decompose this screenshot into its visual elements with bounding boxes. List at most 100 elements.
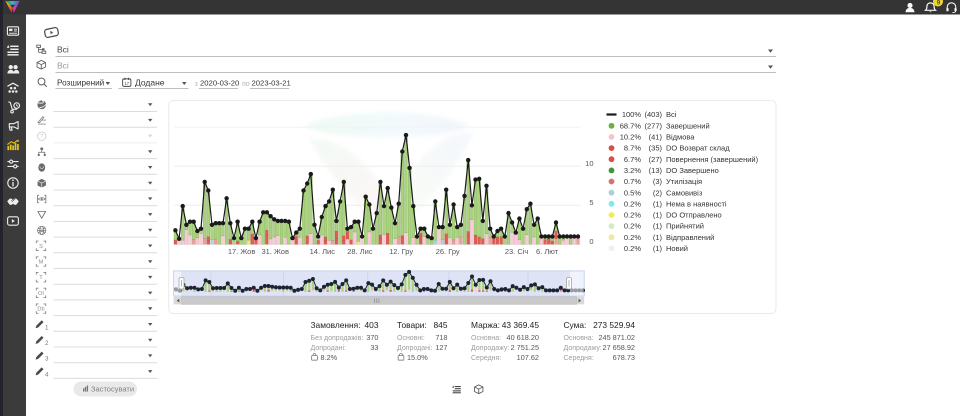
svg-text:Всі: Всі <box>57 45 69 55</box>
svg-text:678.73: 678.73 <box>613 353 635 362</box>
svg-text:Основна:: Основна: <box>564 335 594 342</box>
svg-text:Утилізація: Утилізація <box>666 177 702 186</box>
svg-text:(1): (1) <box>653 222 663 231</box>
svg-text:(3): (3) <box>653 177 663 186</box>
svg-text:0.2%: 0.2% <box>624 233 641 242</box>
svg-text:Всі: Всі <box>57 61 69 71</box>
svg-text:(277): (277) <box>644 121 662 130</box>
svg-text:(13): (13) <box>649 166 663 175</box>
svg-text:Нема в наявності: Нема в наявності <box>666 199 727 208</box>
svg-text:370: 370 <box>366 333 378 342</box>
svg-text:26. Гру: 26. Гру <box>436 247 460 256</box>
svg-text:0.2%: 0.2% <box>624 244 641 253</box>
svg-text:17. Жов: 17. Жов <box>228 247 256 256</box>
svg-text:Замовлення:: Замовлення: <box>311 320 361 330</box>
svg-text:0.5%: 0.5% <box>624 188 641 197</box>
svg-text:T: T <box>39 275 43 281</box>
svg-text:(2): (2) <box>653 188 663 197</box>
svg-text:68.7%: 68.7% <box>620 121 642 130</box>
svg-text:OI: OI <box>38 291 44 297</box>
svg-text:31. Жов: 31. Жов <box>261 247 289 256</box>
svg-text:Новий: Новий <box>666 244 688 253</box>
svg-text:Допродажу:: Допродажу: <box>471 345 509 352</box>
svg-text:2020-03-20: 2020-03-20 <box>200 79 239 88</box>
svg-text:Застосувати: Застосувати <box>91 385 134 394</box>
svg-text:8.2%: 8.2% <box>321 353 338 362</box>
svg-text:Завершений: Завершений <box>666 121 710 130</box>
svg-text:Прийнятий: Прийнятий <box>666 222 704 231</box>
svg-text:(27): (27) <box>649 155 663 164</box>
svg-text:33: 33 <box>370 343 378 352</box>
svg-text:(1): (1) <box>653 233 663 242</box>
svg-text:127: 127 <box>435 343 447 352</box>
svg-text:0: 0 <box>589 237 593 246</box>
svg-text:(1): (1) <box>653 211 663 220</box>
svg-text:1: 1 <box>45 324 49 331</box>
svg-text:Db: Db <box>37 307 44 313</box>
svg-text:Основна:: Основна: <box>471 335 501 342</box>
svg-text:3: 3 <box>45 356 49 363</box>
svg-text:DO Возврат склад: DO Возврат склад <box>666 144 730 153</box>
svg-text:(1): (1) <box>653 244 663 253</box>
svg-text:3.2%: 3.2% <box>624 166 641 175</box>
svg-text:Маржа:: Маржа: <box>471 320 500 330</box>
svg-text:10: 10 <box>585 159 593 168</box>
svg-text:6.7%: 6.7% <box>624 155 641 164</box>
svg-text:100%: 100% <box>622 110 642 119</box>
svg-text:14. Лис: 14. Лис <box>310 247 336 256</box>
svg-text:43 369.45: 43 369.45 <box>502 320 540 330</box>
svg-text:(403): (403) <box>644 110 662 119</box>
svg-text:28. Лис: 28. Лис <box>347 247 373 256</box>
svg-text:9: 9 <box>937 0 941 7</box>
svg-text:S: S <box>39 244 43 250</box>
svg-text:Відправлений: Відправлений <box>666 233 714 242</box>
svg-text:по: по <box>242 81 250 88</box>
svg-text:Допродажу:: Допродажу: <box>564 345 602 352</box>
svg-text:Відмова: Відмова <box>666 133 695 142</box>
svg-text:Сума:: Сума: <box>564 320 587 330</box>
svg-text:2 751.25: 2 751.25 <box>511 343 539 352</box>
svg-text:Середня:: Середня: <box>564 355 594 362</box>
svg-text:273 529.94: 273 529.94 <box>593 320 635 330</box>
svg-text:(35): (35) <box>649 144 663 153</box>
svg-text:4: 4 <box>45 371 49 378</box>
svg-text:Товари:: Товари: <box>397 320 427 330</box>
svg-text:107.62: 107.62 <box>517 353 539 362</box>
svg-text:M: M <box>39 260 44 266</box>
svg-text:5: 5 <box>589 198 593 207</box>
svg-text:8.7%: 8.7% <box>624 144 641 153</box>
svg-text:10.2%: 10.2% <box>620 133 642 142</box>
svg-text:Без допродажів:: Без допродажів: <box>311 334 364 342</box>
svg-text:?: ? <box>40 134 43 140</box>
svg-text:(1): (1) <box>653 199 663 208</box>
svg-text:Основні:: Основні: <box>397 334 425 342</box>
svg-text:12. Гру: 12. Гру <box>389 247 413 256</box>
svg-text:245 871.02: 245 871.02 <box>598 333 635 342</box>
svg-text:DO Завершено: DO Завершено <box>666 166 719 175</box>
svg-text:з: з <box>195 81 198 88</box>
svg-text:DO Отправлено: DO Отправлено <box>666 211 722 220</box>
svg-text:27 658.92: 27 658.92 <box>603 343 635 352</box>
svg-text:0.2%: 0.2% <box>624 199 641 208</box>
svg-text:40 618.20: 40 618.20 <box>507 333 539 342</box>
svg-text:15.0%: 15.0% <box>407 353 428 362</box>
svg-text:6. Лют: 6. Лют <box>536 247 559 256</box>
svg-text:(41): (41) <box>649 133 663 142</box>
svg-text:0.2%: 0.2% <box>624 211 641 220</box>
svg-text:0.2%: 0.2% <box>624 222 641 231</box>
svg-text:Середня:: Середня: <box>471 355 501 362</box>
svg-text:Допродані:: Допродані: <box>397 344 433 352</box>
svg-text:718: 718 <box>435 333 447 342</box>
svg-text:Повернення (завершений): Повернення (завершений) <box>666 155 759 164</box>
svg-text:2023-03-21: 2023-03-21 <box>252 79 291 88</box>
svg-text:23. Січ: 23. Січ <box>505 247 529 256</box>
svg-text:Додане: Додане <box>135 78 165 88</box>
svg-text:Розширений: Розширений <box>57 79 104 88</box>
svg-text:403: 403 <box>365 320 379 330</box>
svg-text:2: 2 <box>45 340 49 347</box>
svg-text:Самовивіз: Самовивіз <box>666 188 703 197</box>
svg-text:Всі: Всі <box>666 110 677 119</box>
svg-text:0.7%: 0.7% <box>624 177 641 186</box>
svg-text:17: 17 <box>124 81 129 86</box>
svg-text:845: 845 <box>434 320 448 330</box>
